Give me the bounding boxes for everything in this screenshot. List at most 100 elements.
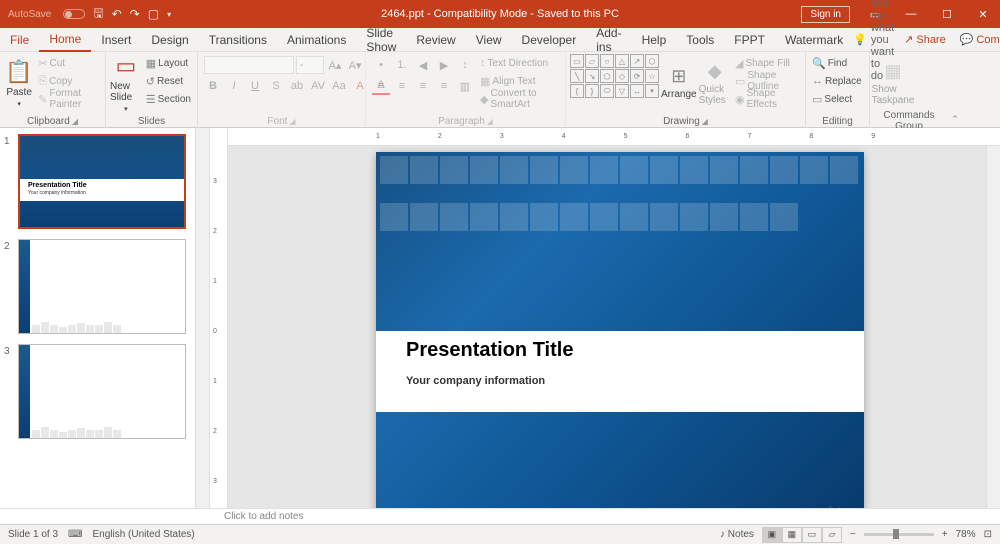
- dialog-launcher-icon[interactable]: ◢: [72, 117, 78, 126]
- underline-icon[interactable]: U: [246, 77, 264, 95]
- editor-scrollbar[interactable]: [986, 146, 1000, 508]
- select-icon: ▭: [812, 93, 822, 106]
- tab-fppt[interactable]: FPPT: [724, 28, 775, 52]
- tab-watermark[interactable]: Watermark: [775, 28, 853, 52]
- replace-button[interactable]: ↔Replace: [810, 72, 864, 90]
- comments-button[interactable]: 💬Comments: [956, 33, 1000, 46]
- redo-icon[interactable]: ↷: [130, 7, 140, 21]
- tab-help[interactable]: Help: [632, 28, 677, 52]
- reset-icon: ↺: [146, 75, 155, 88]
- signin-button[interactable]: Sign in: [801, 6, 850, 23]
- outdent-icon[interactable]: ◀: [414, 56, 432, 74]
- layout-button[interactable]: ▦Layout: [144, 54, 193, 72]
- tab-slideshow[interactable]: Slide Show: [356, 28, 406, 52]
- tab-view[interactable]: View: [466, 28, 512, 52]
- thumbnail-slide-3[interactable]: [18, 344, 186, 439]
- tab-addins[interactable]: Add-ins: [586, 28, 631, 52]
- shadow-icon[interactable]: ab: [288, 77, 306, 95]
- start-icon[interactable]: ▢: [148, 7, 159, 21]
- columns-icon[interactable]: ▥: [456, 77, 474, 95]
- align-center-icon[interactable]: ≡: [393, 77, 411, 95]
- slide-thumbnails: 1 Presentation Title Your company inform…: [0, 128, 210, 508]
- outline-icon: ▭: [735, 75, 745, 88]
- shapes-gallery[interactable]: ▭▱○△↗⬡ ╲↘⬠◇⟳☆ {}⬭▽↔▾: [570, 54, 659, 98]
- strike-icon[interactable]: S: [267, 77, 285, 95]
- tab-animations[interactable]: Animations: [277, 28, 356, 52]
- numbering-icon[interactable]: 1.: [393, 56, 411, 74]
- horizontal-ruler: 123456789: [228, 128, 1000, 146]
- notes-pane[interactable]: Click to add notes: [0, 508, 1000, 524]
- thumbs-scrollbar[interactable]: [195, 128, 209, 508]
- select-button[interactable]: ▭Select: [810, 90, 864, 108]
- tab-design[interactable]: Design: [141, 28, 198, 52]
- spacing-icon[interactable]: AV: [309, 77, 327, 95]
- tab-insert[interactable]: Insert: [91, 28, 141, 52]
- normal-view-icon[interactable]: ▣: [762, 527, 782, 543]
- tab-transitions[interactable]: Transitions: [199, 28, 277, 52]
- reset-button[interactable]: ↺Reset: [144, 72, 193, 90]
- quick-styles-button[interactable]: ◆Quick Styles: [699, 54, 731, 112]
- shape-effects-button[interactable]: ◉Shape Effects: [733, 90, 801, 108]
- slide-canvas[interactable]: Presentation Title Your company informat…: [376, 152, 864, 508]
- thumb-number: 3: [4, 344, 14, 439]
- spellcheck-icon[interactable]: ⌨: [68, 529, 82, 540]
- fill-icon: ◢: [735, 57, 743, 70]
- linespace-icon[interactable]: ↕: [456, 56, 474, 74]
- qat-more-icon[interactable]: ▾: [167, 10, 171, 19]
- fit-window-icon[interactable]: ⊡: [984, 529, 992, 540]
- collapse-ribbon-icon[interactable]: ⌃: [951, 114, 959, 125]
- bullets-icon[interactable]: •: [372, 56, 390, 74]
- arrange-button[interactable]: ⊞Arrange: [661, 54, 697, 112]
- slide-title[interactable]: Presentation Title: [406, 339, 573, 362]
- text-direction-button[interactable]: ↕Text Direction: [478, 54, 561, 72]
- slide-subtitle[interactable]: Your company information: [406, 375, 545, 387]
- drawing-label: Drawing: [663, 116, 700, 127]
- italic-icon[interactable]: I: [225, 77, 243, 95]
- dialog-launcher-icon[interactable]: ◢: [289, 117, 295, 126]
- tab-tools[interactable]: Tools: [676, 28, 724, 52]
- convert-smartart-button[interactable]: ◆Convert to SmartArt: [478, 90, 561, 108]
- dialog-launcher-icon[interactable]: ◢: [702, 117, 708, 126]
- share-button[interactable]: ↗Share: [900, 33, 950, 46]
- thumbnail-slide-2[interactable]: [18, 239, 186, 334]
- zoom-in-button[interactable]: +: [942, 529, 948, 540]
- undo-icon[interactable]: ↶: [112, 7, 122, 21]
- language-status[interactable]: English (United States): [92, 529, 194, 540]
- thumb-title: Presentation Title: [28, 182, 87, 189]
- justify-icon[interactable]: ≡: [435, 77, 453, 95]
- find-button[interactable]: 🔍Find: [810, 54, 864, 72]
- show-taskpane-button[interactable]: ▦Show Taskpane: [874, 54, 912, 112]
- smartart-icon: ◆: [480, 93, 488, 106]
- tab-developer[interactable]: Developer: [512, 28, 587, 52]
- tab-file[interactable]: File: [0, 28, 39, 52]
- autosave-toggle[interactable]: [63, 9, 85, 19]
- paste-button[interactable]: 📋Paste▾: [4, 54, 34, 112]
- increase-font-icon[interactable]: A▴: [326, 56, 344, 74]
- zoom-level[interactable]: 78%: [956, 529, 976, 540]
- indent-icon[interactable]: ▶: [435, 56, 453, 74]
- find-icon: 🔍: [812, 57, 826, 70]
- align-right-icon[interactable]: ≡: [414, 77, 432, 95]
- zoom-out-button[interactable]: −: [850, 529, 856, 540]
- case-icon[interactable]: Aa: [330, 77, 348, 95]
- format-painter-button[interactable]: ✎Format Painter: [36, 90, 101, 108]
- section-button[interactable]: ☰Section: [144, 90, 193, 108]
- reading-view-icon[interactable]: ▭: [802, 527, 822, 543]
- align-left-icon[interactable]: ≡: [372, 77, 390, 95]
- notes-button[interactable]: ♪ Notes: [720, 529, 754, 540]
- tab-review[interactable]: Review: [406, 28, 465, 52]
- sorter-view-icon[interactable]: ▦: [782, 527, 802, 543]
- font-size-input[interactable]: -: [296, 56, 324, 74]
- bold-icon[interactable]: B: [204, 77, 222, 95]
- decrease-font-icon[interactable]: A▾: [346, 56, 364, 74]
- workspace: 1 Presentation Title Your company inform…: [0, 128, 1000, 508]
- slideshow-view-icon[interactable]: ▱: [822, 527, 842, 543]
- new-slide-button[interactable]: ▭New Slide▾: [110, 54, 142, 112]
- dialog-launcher-icon[interactable]: ◢: [487, 117, 493, 126]
- tab-home[interactable]: Home: [39, 28, 91, 52]
- thumbnail-slide-1[interactable]: Presentation Title Your company informat…: [18, 134, 186, 229]
- cut-button[interactable]: ✂Cut: [36, 54, 101, 72]
- save-icon[interactable]: 🖫: [93, 4, 103, 25]
- font-family-input[interactable]: [204, 56, 294, 74]
- paragraph-label: Paragraph: [438, 116, 485, 127]
